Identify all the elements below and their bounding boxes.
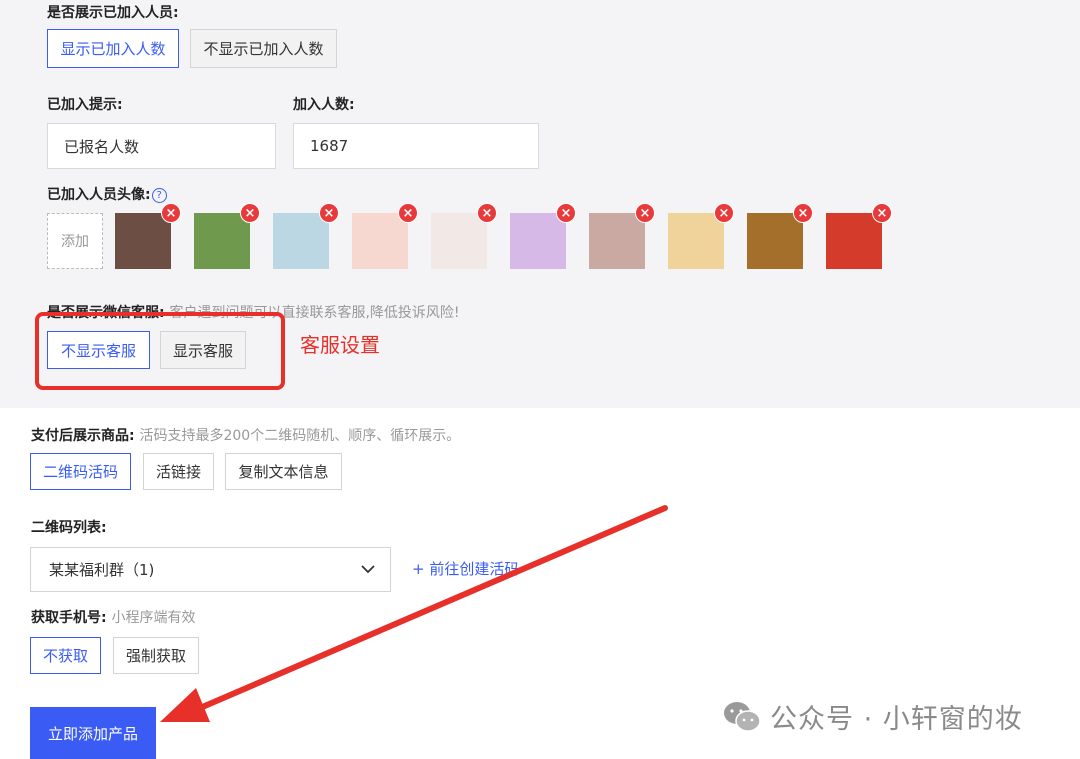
add-product-button[interactable]: 立即添加产品 <box>30 707 156 759</box>
wechat-icon <box>724 701 761 732</box>
annotation-arrow <box>160 505 668 722</box>
watermark-text: 公众号 · 小轩窗的妆 <box>770 704 1023 735</box>
watermark: 公众号 · 小轩窗的妆 <box>722 697 1023 736</box>
